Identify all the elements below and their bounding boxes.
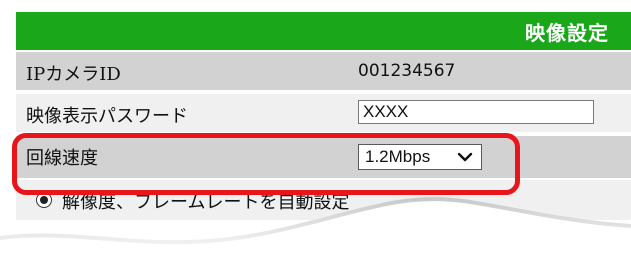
torn-edge-overlay — [0, 197, 631, 259]
camera-id-value: 001234567 — [358, 61, 456, 81]
password-input[interactable]: XXXX — [358, 100, 594, 124]
section-title: 映像設定 — [525, 21, 609, 45]
settings-row-password: 映像表示パスワード XXXX — [16, 94, 631, 134]
password-label: 映像表示パスワード — [26, 106, 188, 127]
settings-row-camera-id: IPカメラID 001234567 — [16, 52, 631, 92]
highlight-callout — [12, 133, 520, 195]
camera-id-label: IPカメラID — [26, 64, 121, 85]
section-header: 映像設定 — [16, 12, 631, 50]
